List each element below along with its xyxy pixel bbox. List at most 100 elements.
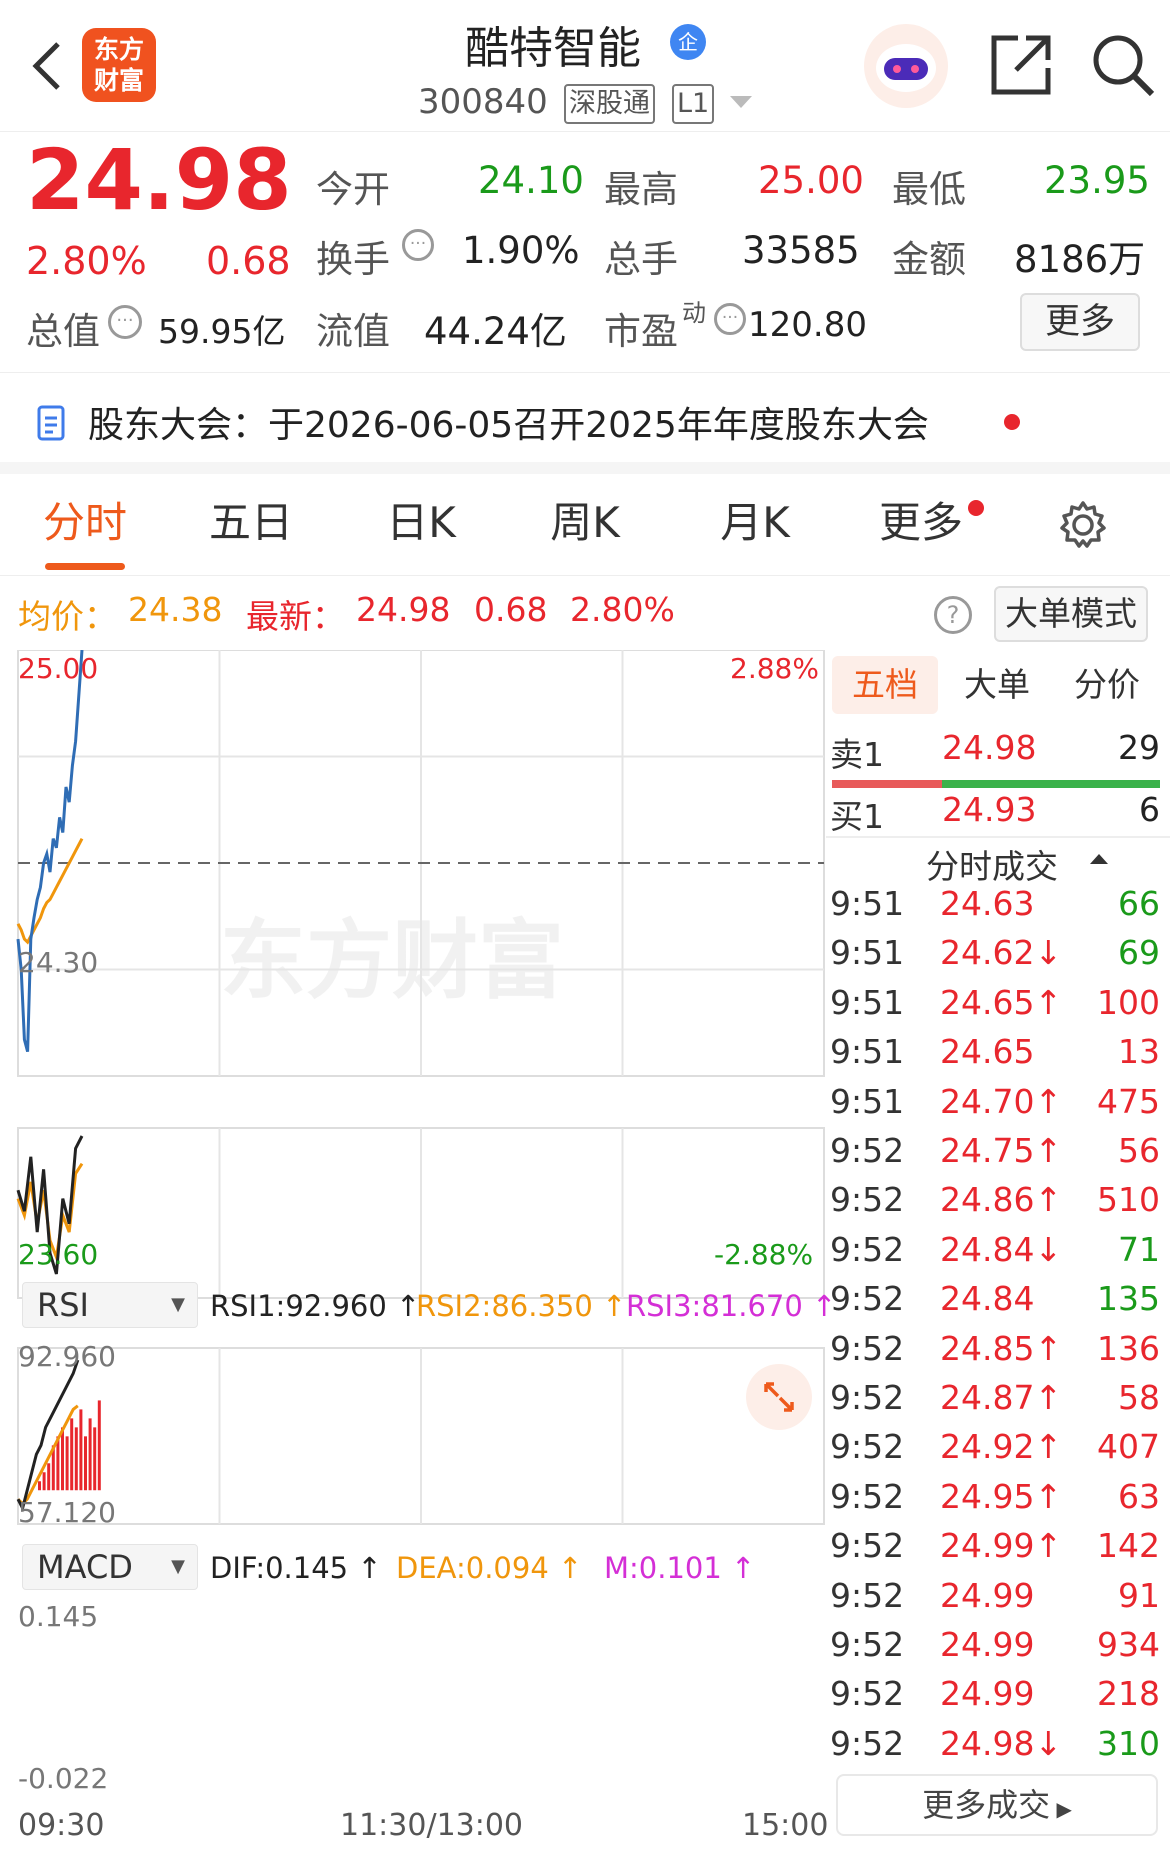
- macd-histogram-bar: [47, 1463, 51, 1491]
- back-icon[interactable]: [30, 40, 64, 92]
- notice-bar[interactable]: 股东大会：于2026-06-05召开2025年年度股东大会: [0, 374, 1170, 474]
- macd-m: M:0.101 ↑: [604, 1551, 756, 1585]
- tab-big-orders[interactable]: 大单: [944, 656, 1050, 714]
- level-tag: L1: [672, 84, 715, 124]
- latest-pct: 2.80%: [570, 590, 675, 629]
- share-icon[interactable]: [988, 32, 1054, 98]
- rsi2-value: RSI2:86.350 ↑: [416, 1289, 627, 1323]
- big-order-mode-button[interactable]: 大单模式: [994, 586, 1148, 642]
- trade-volume: 310: [1097, 1723, 1160, 1763]
- buy1-volume: 6: [1139, 790, 1160, 829]
- tab-daily-k[interactable]: 日K: [356, 486, 486, 576]
- intraday-chart[interactable]: 东方财富: [0, 650, 826, 1850]
- trade-time: 9:52: [830, 1575, 905, 1615]
- robot-assistant-icon[interactable]: [862, 22, 950, 110]
- trade-volume: 66: [1118, 884, 1160, 923]
- low-value: 23.95: [1044, 159, 1150, 202]
- notice-text: 股东大会：于2026-06-05召开2025年年度股东大会: [88, 405, 929, 446]
- high-label: 最高: [604, 168, 678, 211]
- trade-row: 9:51 24.65 13: [830, 1032, 1160, 1081]
- high-value: 25.00: [758, 159, 864, 202]
- trade-time: 9:52: [830, 1427, 905, 1467]
- trade-row: 9:52 24.85↑ 136: [830, 1329, 1160, 1378]
- open-value: 24.10: [478, 159, 584, 202]
- turnover-info-icon[interactable]: ···: [402, 229, 434, 261]
- rsi-dropdown[interactable]: RSI: [22, 1282, 198, 1328]
- trade-row: 9:52 24.84↓ 71: [830, 1230, 1160, 1279]
- trade-row: 9:51 24.65↑ 100: [830, 983, 1160, 1032]
- float-value-label: 流值: [316, 310, 390, 353]
- avg-label: 均价：: [18, 597, 117, 636]
- macd-histogram-bar: [88, 1418, 92, 1491]
- change-amount: 0.68: [206, 239, 291, 283]
- pe-info-icon[interactable]: ···: [714, 303, 746, 335]
- trade-time: 9:51: [830, 884, 905, 923]
- tab-monthly-k[interactable]: 月K: [690, 486, 820, 576]
- trade-time: 9:52: [830, 1526, 905, 1566]
- macd-dropdown[interactable]: MACD: [22, 1544, 198, 1590]
- price-axis-mid: 24.30: [18, 946, 99, 979]
- trade-time: 9:51: [830, 1032, 905, 1072]
- trade-volume: 142: [1097, 1526, 1160, 1566]
- tab-more[interactable]: 更多: [856, 486, 986, 576]
- rsi3-value: RSI3:81.670 ↑: [626, 1289, 837, 1323]
- macd-histogram-bar: [38, 1481, 41, 1491]
- more-trades-button[interactable]: 更多成交 ▶: [836, 1774, 1158, 1836]
- macd-dif: DIF:0.145 ↑: [210, 1551, 382, 1585]
- trade-time: 9:51: [830, 982, 905, 1022]
- trade-row: 9:52 24.86↑ 510: [830, 1180, 1160, 1229]
- total-value-label: 总值: [26, 310, 100, 353]
- help-icon[interactable]: ?: [934, 596, 972, 634]
- trade-volume: 510: [1097, 1180, 1160, 1220]
- latest-value: 24.98: [356, 590, 451, 629]
- trade-row: 9:51 24.62↓ 69: [830, 933, 1160, 982]
- app-logo: 东方 财富: [82, 28, 156, 102]
- stock-name: 酷特智能: [465, 23, 641, 74]
- trades-title[interactable]: 分时成交: [926, 840, 1058, 888]
- pe-sup: 动: [682, 299, 706, 327]
- enterprise-badge: 企: [670, 24, 706, 60]
- trade-volume: 934: [1097, 1625, 1160, 1664]
- sort-up-icon[interactable]: [1090, 852, 1108, 866]
- expand-arrows-icon: [764, 1382, 794, 1412]
- open-label: 今开: [316, 168, 390, 211]
- expand-button[interactable]: [746, 1364, 812, 1430]
- buy1-row[interactable]: 买1 24.93 6: [830, 790, 1160, 839]
- trade-row: 9:52 24.99 91: [830, 1576, 1160, 1625]
- chevron-down-icon[interactable]: [730, 96, 752, 110]
- settings-gear-icon[interactable]: [1058, 500, 1108, 550]
- amount-value: 8186万: [1014, 238, 1146, 281]
- sell1-row[interactable]: 卖1 24.98 29: [830, 728, 1160, 777]
- trade-volume: 218: [1097, 1674, 1160, 1714]
- trade-row: 9:51 24.63 66: [830, 884, 1160, 933]
- tab-intraday[interactable]: 分时: [20, 486, 150, 576]
- tab-five-day[interactable]: 五日: [186, 486, 316, 576]
- more-info-icon[interactable]: ···: [108, 305, 142, 339]
- amount-label: 金额: [892, 238, 966, 281]
- low-label: 最低: [892, 168, 966, 211]
- trade-time: 9:52: [830, 1378, 905, 1417]
- avg-value: 24.38: [128, 590, 223, 629]
- tab-price-distribution[interactable]: 分价: [1054, 656, 1160, 714]
- logo-text-2: 财富: [93, 66, 144, 95]
- macd-histogram-bar: [65, 1436, 69, 1491]
- search-icon[interactable]: [1090, 32, 1156, 98]
- macd-histogram-bar: [42, 1472, 46, 1491]
- x-tick-open: 09:30: [18, 1808, 105, 1843]
- more-trades-label: 更多成交: [922, 1786, 1051, 1824]
- trade-row: 9:51 24.70↑ 475: [830, 1082, 1160, 1131]
- trade-time: 9:52: [830, 1476, 905, 1516]
- tab-weekly-k[interactable]: 周K: [520, 486, 650, 576]
- trade-time: 9:52: [830, 1674, 905, 1714]
- trade-row: 9:52 24.75↑ 56: [830, 1131, 1160, 1180]
- more-quote-button[interactable]: 更多: [1020, 293, 1140, 351]
- tab-five-levels[interactable]: 五档: [832, 656, 938, 714]
- x-tick-midday: 11:30/13:00: [340, 1808, 524, 1843]
- trade-row: 9:52 24.84 135: [830, 1279, 1160, 1328]
- change-percent: 2.80%: [26, 239, 147, 283]
- macd-min: -0.022: [18, 1762, 109, 1795]
- rsi-max: 92.960: [18, 1340, 116, 1373]
- x-tick-close: 15:00: [742, 1808, 829, 1843]
- latest-change: 0.68: [474, 590, 548, 629]
- trade-volume: 71: [1118, 1229, 1160, 1269]
